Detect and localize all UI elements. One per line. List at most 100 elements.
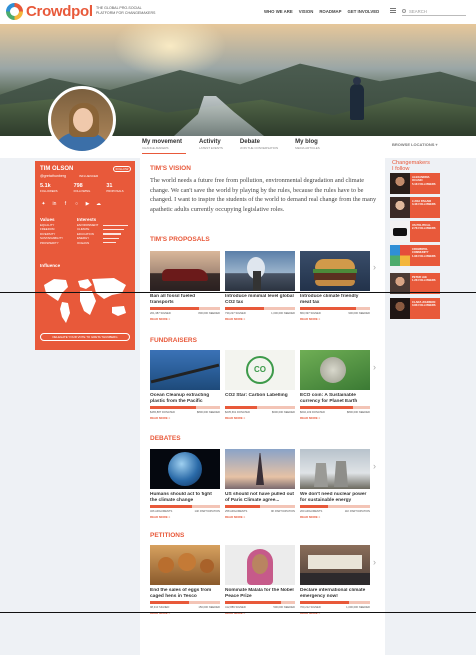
card-meta: 863,397 SIGNED 900,000 NEEDED (300, 312, 370, 315)
linkedin-icon[interactable]: in (51, 201, 58, 207)
changemaker-item[interactable]: PETER LEE 1.2k FOLLOWERS (390, 273, 440, 294)
vision-title: TIM'S VISION (150, 165, 191, 172)
meta-right: 900,000 NEEDED (348, 312, 370, 315)
profile-handle[interactable]: @gretathunberg (40, 174, 66, 178)
read-more-link[interactable]: READ MORE > (150, 416, 220, 420)
card-meta: 258 ARGUMENTS 9K PARTICIPATION (225, 510, 295, 513)
changemaker-photo (390, 245, 410, 266)
card-image-hens (150, 545, 220, 585)
changemaker-item[interactable]: ALEXANDRIA OCASIO 5.1k FOLLOWERS (390, 173, 440, 194)
progress-bar (300, 601, 370, 604)
chevron-right-icon[interactable]: › (373, 262, 376, 272)
hamburger-menu-icon[interactable] (390, 8, 396, 13)
card-title: Ocean Cleanup extracting plastic from th… (150, 393, 210, 404)
card-fundraiser[interactable]: ECO coin: A Sustainable currency for Pla… (300, 350, 370, 420)
changemakers-subtitle: I follow (392, 166, 410, 173)
card-fundraiser[interactable]: CO CO2 Star: Carbon Labelling $235,661 D… (225, 350, 295, 420)
nav-vision[interactable]: VISION (299, 9, 314, 14)
meta-right: 9K PARTICIPATION (271, 510, 295, 513)
card-debate[interactable]: We don't need nuclear power for sustaina… (300, 449, 370, 519)
progress-fill (225, 505, 260, 508)
values-list: EQUALITY FREEDOM DIVERSITY SUSTAINABILIT… (40, 223, 63, 245)
card-proposal[interactable]: Introduce climate friendly meat tax 863,… (300, 251, 370, 321)
card-meta: 201,387 SIGNED 800,000 NEEDED (150, 312, 220, 315)
card-meta: 98,310 SIGNED 150,000 NEEDED (150, 606, 220, 609)
soundcloud-icon[interactable]: ☁ (95, 201, 102, 207)
read-more-link[interactable]: READ MORE > (300, 515, 370, 519)
chevron-right-icon[interactable]: › (373, 362, 376, 372)
changemaker-item[interactable]: US POLITICAL 2.7k FOLLOWERS (390, 221, 440, 242)
tab-my-blog[interactable]: My blog MEDIA ARTICLES (295, 139, 320, 150)
interest-level-bar (103, 229, 124, 231)
logo-ring-icon (6, 3, 23, 20)
progress-fill (300, 505, 328, 508)
profile-panel: TIM OLSON @gretathunberg INFLUENCER FOLL… (35, 161, 135, 350)
influence-world-map[interactable] (38, 271, 132, 327)
progress-fill (300, 601, 349, 604)
nav-who-we-are[interactable]: WHO WE ARE (264, 9, 293, 14)
meta-left: 200 ARGUMENTS (300, 510, 323, 513)
changemaker-sub: 1.9k FOLLOWERS (412, 254, 436, 258)
progress-fill (150, 505, 192, 508)
progress-fill (225, 601, 281, 604)
chevron-right-icon[interactable]: › (373, 461, 376, 471)
section-title-debates: DEBATES (150, 435, 181, 442)
read-more-link[interactable]: READ MORE > (300, 416, 370, 420)
card-meta: 739,227 SIGNED 1,000,000 NEEDED (225, 312, 295, 315)
tab-activity[interactable]: Activity LATEST EVENTS (199, 139, 223, 150)
meta-right: $800,000 NEEDED (196, 411, 220, 414)
changemaker-item[interactable]: CLARA JOHNSON 0.8k FOLLOWERS (390, 298, 440, 319)
tab-my-movement[interactable]: My movement CHANGE-MAKERS (142, 139, 187, 154)
read-more-link[interactable]: READ MORE > (225, 317, 295, 321)
changemaker-item[interactable]: CROWDPOL COMMUNITY 1.9k FOLLOWERS (390, 245, 440, 266)
changemaker-name: CROWDPOL COMMUNITY (412, 248, 429, 255)
youtube-icon[interactable]: ▶ (84, 201, 91, 207)
profile-badge: INFLUENCER (79, 174, 99, 178)
search-input[interactable]: SEARCH (402, 7, 466, 16)
tab-label: My movement (142, 139, 183, 145)
nav-roadmap[interactable]: ROADMAP (319, 9, 341, 14)
meta-left: 412,889 SIGNED (225, 606, 246, 609)
card-meta: 200 ARGUMENTS 11K PARTICIPATION (300, 510, 370, 513)
card-petition[interactable]: End the sales of eggs from caged hens in… (150, 545, 220, 615)
changemaker-item[interactable]: LUCIA PAGANI 3.4k FOLLOWERS (390, 197, 440, 218)
tab-sublabel: JOIN THE CONVERSATION (239, 146, 279, 150)
read-more-link[interactable]: READ MORE > (150, 515, 220, 519)
search-placeholder: SEARCH (409, 8, 427, 14)
stat-followers[interactable]: 5.1k FOLLOWERS (40, 183, 58, 193)
card-petition[interactable]: Nominate Malala for the Nobel Peace Priz… (225, 545, 295, 615)
value-item: SUSTAINABILITY (40, 236, 64, 241)
card-petition[interactable]: Declare international climate emergency … (300, 545, 370, 615)
changemaker-sub: 2.7k FOLLOWERS (412, 227, 436, 231)
follow-button[interactable]: FOLLOW (113, 166, 131, 172)
card-title: We don't need nuclear power for sustaina… (300, 492, 367, 503)
values-title: Values (40, 217, 55, 222)
read-more-link[interactable]: READ MORE > (225, 515, 295, 519)
instagram-icon[interactable]: ○ (73, 201, 80, 207)
twitter-icon[interactable]: ✦ (40, 201, 47, 207)
chevron-right-icon[interactable]: › (373, 557, 376, 567)
tab-debate[interactable]: Debate JOIN THE CONVERSATION (240, 139, 278, 150)
read-more-link[interactable]: READ MORE > (225, 416, 295, 420)
read-more-link[interactable]: READ MORE > (300, 317, 370, 321)
stat-following[interactable]: 798 FOLLOWING (74, 183, 91, 193)
card-title: Nominate Malala for the Nobel Peace Priz… (225, 588, 294, 599)
facebook-icon[interactable]: f (62, 201, 69, 207)
progress-bar (150, 505, 220, 508)
meta-left: 201,387 SIGNED (150, 312, 171, 315)
changemaker-sub: 1.2k FOLLOWERS (412, 279, 436, 283)
delegate-vote-button[interactable]: DELEGATE YOUR VOTE TO GRETA THUNBERG (40, 333, 130, 341)
brand-logo[interactable]: Crowdpol (6, 3, 93, 20)
avatar[interactable] (48, 86, 116, 154)
top-nav: WHO WE ARE VISION ROADMAP GET INVOLVED (264, 9, 379, 14)
card-proposal[interactable]: Ban all fossil fueled transports 201,387… (150, 251, 220, 321)
card-proposal[interactable]: Introduce minimal level global CO2 tax 7… (225, 251, 295, 321)
card-debate[interactable]: Humans should act to fight the climate c… (150, 449, 220, 519)
card-image-co2-star: CO (225, 350, 295, 390)
nav-get-involved[interactable]: GET INVOLVED (348, 9, 380, 14)
read-more-link[interactable]: READ MORE > (150, 317, 220, 321)
browse-locations-dropdown[interactable]: BROWSE LOCATIONS (392, 142, 438, 147)
card-debate[interactable]: US should not have pulled out of Paris C… (225, 449, 295, 519)
stat-proposals[interactable]: 31 PROPOSALS (106, 183, 123, 193)
card-fundraiser[interactable]: Ocean Cleanup extracting plastic from th… (150, 350, 220, 420)
